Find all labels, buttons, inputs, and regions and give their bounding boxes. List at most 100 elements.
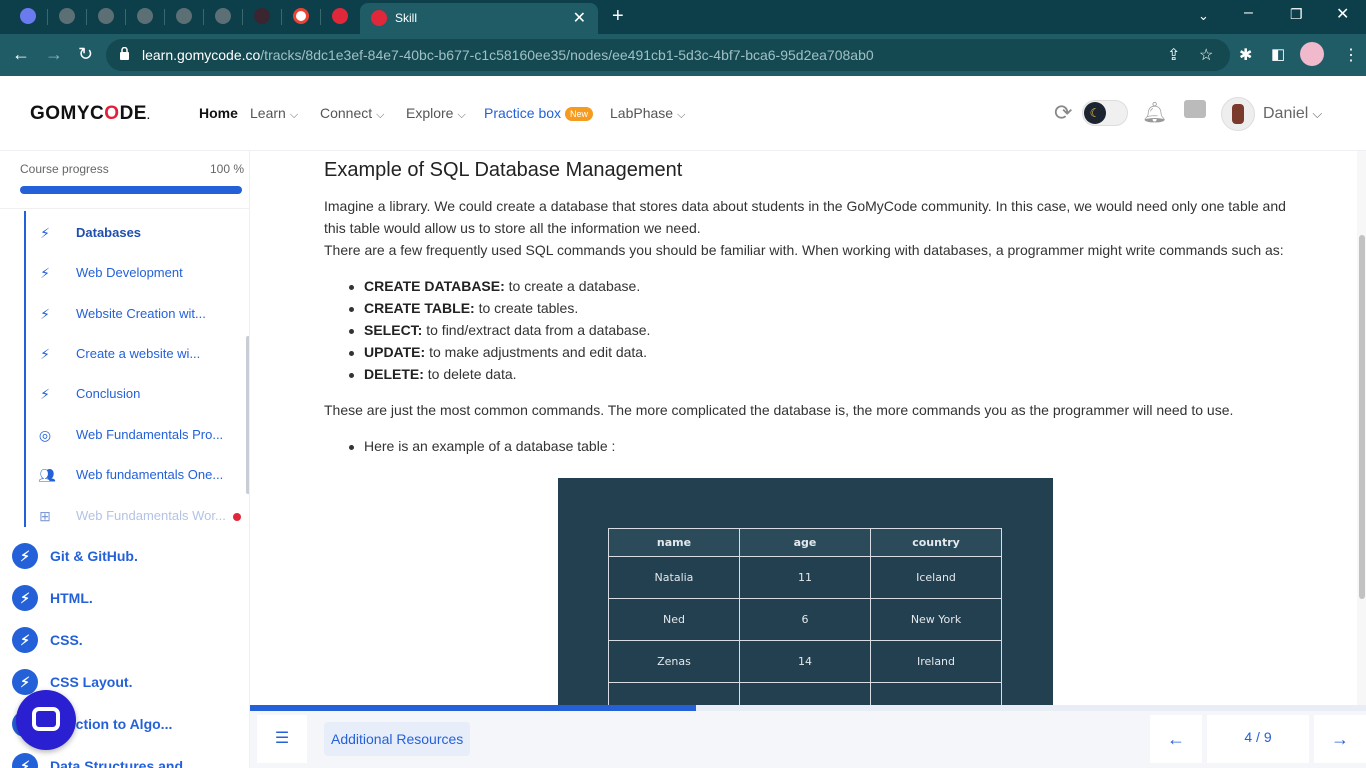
nav-explore[interactable]: Explore ⌵ (406, 105, 466, 122)
reload-icon[interactable]: ↻ (78, 44, 93, 65)
side-panel-icon[interactable]: ◧ (1271, 45, 1285, 63)
menu-kebab-icon[interactable]: ⋮ (1343, 45, 1359, 65)
tab-favicon-icon[interactable] (332, 8, 348, 24)
lesson-label: Web Fundamentals Pro... (76, 427, 224, 442)
lesson-item-web-fundamentals-one[interactable]: 👥︎ Web fundamentals One... (38, 465, 243, 487)
tab-favicon-icon[interactable] (254, 8, 270, 24)
user-avatar[interactable] (1221, 97, 1255, 131)
profile-icon[interactable] (1300, 42, 1324, 66)
tab-favicon-icon[interactable] (98, 8, 114, 24)
lesson-item-web-fundamentals-workshop[interactable]: ⊞ Web Fundamentals Wor... (38, 506, 243, 528)
lesson-item-databases[interactable]: ⚡︎ Databases (38, 223, 243, 245)
close-window-icon[interactable]: ✕ (1336, 4, 1349, 24)
lesson-footer: ☰ Additional Resources ← 4 / 9 → (250, 705, 1366, 768)
additional-resources-button[interactable]: Additional Resources (324, 722, 471, 756)
module-label: CSS Layout. (50, 674, 133, 690)
lesson-item-web-fundamentals-project[interactable]: ◎ Web Fundamentals Pro... (38, 425, 243, 447)
forward-icon[interactable]: → (45, 44, 63, 65)
tab-favicon-icon[interactable] (20, 8, 36, 24)
lesson-item-conclusion[interactable]: ⚡︎ Conclusion (38, 384, 243, 406)
messages-icon[interactable] (1184, 100, 1206, 118)
refresh-icon[interactable]: ⟳ (1054, 100, 1072, 126)
tab-divider (203, 9, 204, 25)
lesson-item-website-creation[interactable]: ⚡︎ Website Creation wit... (38, 304, 243, 326)
logo-text-prefix: GOMYC (30, 103, 105, 124)
bolt-icon: ⚡︎ (12, 627, 38, 653)
bell-icon[interactable]: 🔔︎ (1142, 100, 1167, 125)
tab-search-icon[interactable]: ⌄ (1198, 8, 1209, 24)
lesson-label: Web Development (76, 265, 183, 280)
bolt-icon: ⚡︎ (40, 225, 50, 241)
table-row: Natalia 11 Iceland (608, 556, 1002, 599)
list-item: CREATE TABLE: to create tables. (348, 300, 579, 316)
minimize-icon[interactable]: – (1244, 4, 1253, 22)
share-icon[interactable]: ⇪ (1167, 45, 1180, 65)
gomycode-logo[interactable]: GOMYCODE. (30, 103, 150, 125)
course-progress-label: Course progress (20, 162, 109, 176)
back-icon[interactable]: ← (12, 44, 30, 65)
page-counter: 4 / 9 (1207, 715, 1309, 763)
command-desc: to make adjustments and edit data. (425, 344, 647, 360)
workshop-icon: ⊞ (39, 508, 51, 524)
list-item: Here is an example of a database table : (348, 438, 616, 454)
scrollbar-thumb[interactable] (1359, 235, 1365, 599)
notification-dot (233, 513, 241, 521)
lesson-item-web-development[interactable]: ⚡︎ Web Development (38, 263, 243, 285)
nav-learn[interactable]: Learn ⌵ (250, 105, 298, 122)
list-icon: ☰ (274, 730, 290, 747)
command-desc: to delete data. (423, 366, 517, 382)
tab-favicon-icon[interactable] (176, 8, 192, 24)
nav-labphase[interactable]: LabPhase ⌵ (610, 105, 685, 122)
table-of-contents-button[interactable]: ☰ (257, 715, 307, 763)
divider (0, 208, 249, 209)
restore-icon[interactable]: ❐ (1290, 6, 1303, 23)
list-item: DELETE: to delete data. (349, 366, 517, 382)
google-favicon-icon[interactable] (293, 8, 309, 24)
active-browser-tab[interactable]: Skill ✕ (360, 3, 598, 34)
tab-favicon-icon[interactable] (137, 8, 153, 24)
tab-favicon-icon[interactable] (215, 8, 231, 24)
command-desc: to find/extract data from a database. (422, 322, 651, 338)
support-chat-button[interactable] (16, 690, 76, 750)
lesson-rail (24, 211, 26, 527)
sidebar-scrollbar[interactable] (246, 336, 249, 494)
address-bar[interactable]: learn.gomycode.co/tracks/8dc1e3ef-84e7-4… (106, 39, 1230, 71)
nav-learn-label: Learn (250, 105, 286, 121)
close-tab-icon[interactable]: ✕ (573, 8, 586, 28)
nav-practice-box[interactable]: Practice box New (484, 105, 594, 122)
reading-progress-fill (250, 705, 697, 711)
tab-title: Skill (395, 11, 418, 25)
table-cell (870, 682, 1002, 705)
course-progress-bar (20, 186, 242, 194)
tab-favicon-icon[interactable] (59, 8, 75, 24)
user-menu[interactable]: Daniel ⌵ (1263, 105, 1322, 123)
new-tab-icon[interactable]: + (612, 5, 624, 28)
page-scrollbar[interactable] (1357, 151, 1366, 705)
lesson-label: Create a website wi... (76, 346, 201, 361)
arrow-right-icon: → (1331, 729, 1349, 749)
bookmark-star-icon[interactable]: ☆ (1199, 45, 1213, 65)
lesson-label: Web Fundamentals Wor... (76, 508, 226, 523)
dark-mode-toggle[interactable]: ☾ (1082, 100, 1128, 126)
chat-bubble-icon (32, 707, 60, 731)
extensions-icon[interactable]: ✱ (1239, 45, 1252, 65)
lock-icon[interactable] (120, 47, 129, 60)
previous-page-button[interactable]: ← (1150, 715, 1202, 763)
next-page-button[interactable]: → (1314, 715, 1366, 763)
tab-divider (281, 9, 282, 25)
list-item: SELECT: to find/extract data from a data… (348, 322, 651, 338)
lesson-item-create-website[interactable]: ⚡︎ Create a website wi... (38, 344, 243, 366)
gomycode-favicon-icon (371, 10, 387, 26)
course-progress-fill (20, 186, 242, 194)
command-desc: to create tables. (474, 300, 579, 316)
nav-home[interactable]: Home (199, 105, 238, 121)
logo-text-suffix: DE (119, 103, 147, 124)
nav-connect[interactable]: Connect ⌵ (320, 105, 385, 122)
tab-divider (47, 9, 48, 25)
bolt-icon: ⚡︎ (40, 386, 50, 402)
table-cell: Ireland (870, 640, 1002, 683)
tab-divider (164, 9, 165, 25)
browser-toolbar: ← → ↻ learn.gomycode.co/tracks/8dc1e3ef-… (0, 34, 1366, 76)
tab-divider (125, 9, 126, 25)
nav-explore-label: Explore (406, 105, 454, 121)
